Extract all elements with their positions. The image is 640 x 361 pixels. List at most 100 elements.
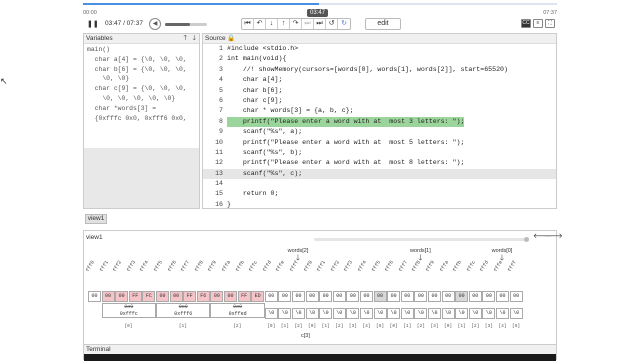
- source-line[interactable]: 13 scanf("%s", c);: [203, 168, 556, 180]
- step-in-icon[interactable]: ⏭: [302, 19, 314, 29]
- source-line[interactable]: 3 //! showMemory(cursors=[words[0], word…: [203, 65, 556, 75]
- source-line[interactable]: 11 scanf("%s", b);: [203, 148, 556, 158]
- char-cell: \0: [278, 308, 292, 319]
- memory-byte[interactable]: 00: [373, 291, 387, 302]
- pause-icon[interactable]: ❚❚: [87, 20, 99, 28]
- variable-line: char b[6] = {\0, \0, \0,: [87, 65, 187, 73]
- memory-byte[interactable]: 00: [482, 291, 496, 302]
- memory-byte[interactable]: 00: [264, 291, 278, 302]
- source-line[interactable]: 4 char a[4];: [203, 75, 556, 85]
- arrow-down-icon[interactable]: 🡓: [192, 34, 196, 44]
- fullscreen-icon[interactable]: ⛶: [545, 19, 555, 28]
- memory-byte[interactable]: 00: [156, 291, 169, 302]
- line-code: scanf("%s", b);: [227, 148, 303, 156]
- memory-byte[interactable]: 00: [319, 291, 333, 302]
- scroll-thumb[interactable]: [524, 237, 529, 242]
- index-label: [4]: [498, 324, 507, 329]
- memory-byte[interactable]: 00: [88, 291, 101, 302]
- memory-scrollbar[interactable]: [314, 237, 529, 242]
- memory-byte[interactable]: 00: [509, 291, 523, 302]
- undo-icon[interactable]: ↺: [326, 19, 338, 29]
- line-number: 3: [219, 65, 223, 73]
- source-title: Source: [205, 35, 226, 42]
- memory-byte[interactable]: F6: [196, 291, 210, 302]
- step-out-icon[interactable]: ↑: [278, 19, 290, 29]
- source-line[interactable]: 2 int main(void){: [203, 54, 556, 64]
- source-line[interactable]: 6 char c[9];: [203, 96, 556, 106]
- source-line[interactable]: 10 printf("Please enter a word with at m…: [203, 138, 556, 148]
- line-code: char * words[3] = {a, b, c};: [227, 107, 354, 115]
- terminal-panel: Terminal: [83, 344, 557, 361]
- volume-slider[interactable]: [165, 23, 207, 26]
- line-number: 13: [215, 169, 223, 177]
- timeline-progress[interactable]: [83, 3, 557, 5]
- step-over-back-icon[interactable]: ↶: [254, 19, 266, 29]
- source-line[interactable]: 5 char b[6];: [203, 86, 556, 96]
- settings-icon[interactable]: ≡: [533, 19, 543, 28]
- memory-byte[interactable]: 00: [292, 291, 305, 302]
- source-line[interactable]: 12 printf("Please enter a word with at m…: [203, 158, 556, 168]
- memory-byte[interactable]: 00: [441, 291, 455, 302]
- memory-byte[interactable]: ED: [251, 291, 265, 302]
- memory-byte[interactable]: FF: [183, 291, 197, 302]
- memory-byte[interactable]: 00: [496, 291, 509, 302]
- source-code: 1 #include <stdio.h> 2 int main(void){3 //!…: [203, 44, 556, 210]
- pointer-value: 0x0 0xfffc: [101, 303, 156, 318]
- memory-byte[interactable]: 00: [305, 291, 319, 302]
- line-code: return 0;: [227, 190, 279, 198]
- tab-view1[interactable]: view1: [85, 214, 107, 224]
- redo-icon[interactable]: ↻: [338, 19, 350, 29]
- timeline-start-time: 00:00: [83, 10, 97, 16]
- source-panel: Source 🔒 1 #include <stdio.h> 2 int main(vo…: [202, 33, 557, 209]
- memory-byte[interactable]: 00: [400, 291, 414, 302]
- variables-header: Variables 🡑 🡓: [84, 34, 199, 44]
- memory-byte[interactable]: 00: [224, 291, 237, 302]
- memory-byte[interactable]: 00: [360, 291, 373, 302]
- memory-byte[interactable]: 00: [278, 291, 292, 302]
- index-label: [4]: [362, 324, 371, 329]
- memory-byte[interactable]: 00: [346, 291, 360, 302]
- memory-byte[interactable]: 00: [210, 291, 224, 302]
- last-step-icon[interactable]: ⏭: [314, 19, 326, 29]
- char-cell: \0: [428, 308, 441, 319]
- memory-byte[interactable]: 00: [169, 291, 183, 302]
- source-line[interactable]: 16}: [203, 200, 556, 210]
- memory-byte[interactable]: FF: [128, 291, 142, 302]
- player-bar: ❚❚ 03:47 / 07:37 ◀ ⏮ ↶ ↓ ↑ ↷ ⏭ ⏭ ↺ ↻ edit CC ≡ ⛶: [83, 17, 557, 32]
- step-over-icon[interactable]: ↷: [290, 19, 302, 29]
- arrow-up-icon[interactable]: 🡑: [183, 34, 187, 44]
- timeline-end-time: 07:37: [543, 10, 557, 16]
- char-cell: \0: [509, 308, 523, 319]
- memory-byte[interactable]: 00: [115, 291, 129, 302]
- edit-button[interactable]: edit: [365, 18, 401, 30]
- source-line[interactable]: 8 printf("Please enter a word with at mo…: [203, 116, 556, 128]
- memory-byte[interactable]: 00: [332, 291, 346, 302]
- source-line[interactable]: 7 char * words[3] = {a, b, c};: [203, 106, 556, 116]
- memory-byte[interactable]: 00: [414, 291, 428, 302]
- memory-byte[interactable]: 00: [387, 291, 401, 302]
- arrow-left-icon[interactable]: 🡐: [533, 233, 552, 241]
- source-line[interactable]: 9 scanf("%s", a);: [203, 127, 556, 137]
- line-number: 12: [215, 159, 223, 167]
- step-in-back-icon[interactable]: ↓: [266, 19, 278, 29]
- line-code: #include <stdio.h>: [227, 45, 299, 52]
- variable-line: main(): [87, 46, 111, 53]
- line-code: printf("Please enter a word with at most…: [227, 116, 465, 128]
- memory-byte[interactable]: 00: [455, 291, 469, 302]
- mouse-cursor-icon: ↖: [0, 76, 8, 86]
- memory-byte[interactable]: FC: [142, 291, 156, 302]
- source-line[interactable]: 14: [203, 179, 556, 189]
- memory-byte[interactable]: 00: [428, 291, 441, 302]
- captions-icon[interactable]: CC: [521, 19, 531, 28]
- memory-byte[interactable]: 00: [101, 291, 115, 302]
- arrow-right-icon[interactable]: 🡒: [544, 233, 563, 241]
- source-line[interactable]: 1 #include <stdio.h>: [203, 44, 556, 54]
- memory-byte[interactable]: FF: [237, 291, 251, 302]
- first-step-icon[interactable]: ⏮: [242, 19, 254, 29]
- source-line[interactable]: 15 return 0;: [203, 189, 556, 199]
- char-cell: \0: [496, 308, 509, 319]
- index-label: [1]: [321, 324, 330, 329]
- memory-byte[interactable]: 00: [468, 291, 482, 302]
- index-label: [1]: [457, 324, 466, 329]
- volume-icon[interactable]: ◀: [149, 18, 161, 30]
